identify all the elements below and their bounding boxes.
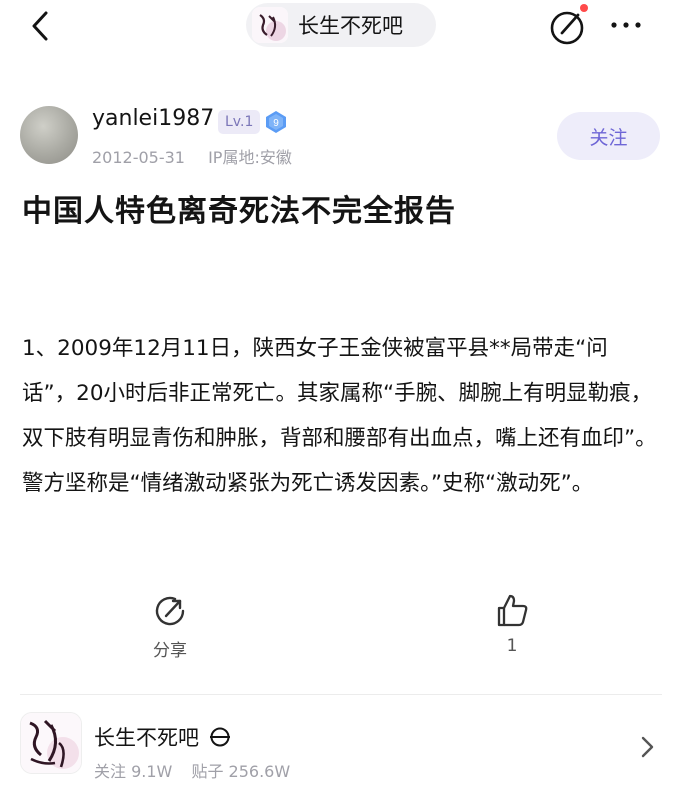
forum-theta-icon <box>209 726 231 748</box>
forum-name-text: 长生不死吧 <box>94 726 199 750</box>
forum-pill-button[interactable]: 长生不死吧 <box>246 3 436 47</box>
ip-location: IP属地:安徽 <box>208 148 292 167</box>
forum-avatar[interactable] <box>20 712 82 774</box>
author-meta: 2012-05-31 IP属地:安徽 <box>92 144 292 168</box>
share-label: 分享 <box>153 641 187 661</box>
forum-name[interactable]: 长生不死吧 <box>94 722 231 752</box>
forum-pill-name: 长生不死吧 <box>298 14 403 38</box>
post-date: 2012-05-31 <box>92 148 185 167</box>
back-button[interactable] <box>22 6 62 46</box>
thumbs-up-icon <box>493 592 531 630</box>
level-gem-icon: 9 <box>264 110 288 134</box>
level-badge: Lv.1 <box>218 110 261 134</box>
gem-level-text: 9 <box>273 118 279 129</box>
share-button[interactable]: 分享 <box>130 592 210 661</box>
chevron-right-icon <box>641 736 654 758</box>
forum-stats: 关注 9.1W 贴子 256.6W <box>94 758 290 782</box>
chevron-left-icon <box>32 11 48 41</box>
post-body: 1、2009年12月11日，陕西女子王金侠被富平县**局带走“问话”，20小时后… <box>22 336 657 496</box>
author-name[interactable]: yanlei1987 <box>92 106 214 131</box>
like-count: 1 <box>506 636 518 656</box>
post-title: 中国人特色离奇死法不完全报告 <box>22 194 456 229</box>
author-avatar[interactable] <box>20 106 78 164</box>
top-navigation-bar: 长生不死吧 <box>0 0 682 52</box>
share-icon <box>151 592 189 630</box>
compose-button[interactable] <box>546 4 590 46</box>
forum-avatar-small <box>252 7 288 43</box>
more-icon <box>611 22 641 28</box>
forum-enter-button[interactable] <box>636 734 658 760</box>
more-button[interactable] <box>606 10 646 40</box>
compose-icon <box>550 11 584 45</box>
follow-button[interactable]: 关注 <box>557 112 660 160</box>
like-button[interactable]: 1 <box>472 592 552 656</box>
forum-posts: 贴子 256.6W <box>191 762 291 781</box>
forum-followers: 关注 9.1W <box>94 762 173 781</box>
divider <box>20 694 662 695</box>
notification-dot <box>580 4 588 12</box>
